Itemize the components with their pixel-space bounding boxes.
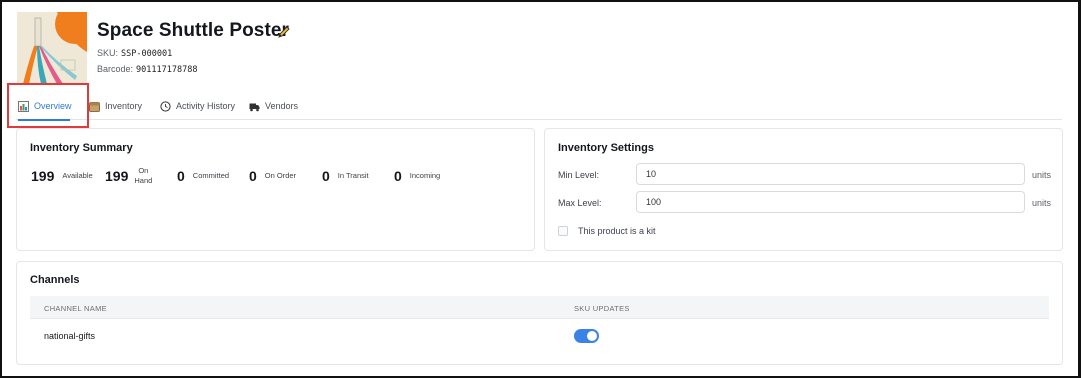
min-level-unit: units [1032, 170, 1052, 180]
barcode-value: 901117178788 [136, 65, 198, 75]
tab-vendors-label: Vendors [265, 101, 299, 111]
kit-checkbox[interactable] [558, 226, 568, 236]
barcode-line: Barcode: 901117178788 [97, 64, 197, 75]
product-thumbnail [17, 12, 87, 84]
tab-highlight-annotation [7, 83, 89, 128]
truck-icon [249, 101, 260, 112]
stat-committed-label: Committed [192, 171, 230, 180]
stat-on-order-label: On Order [264, 171, 297, 180]
sku-label: SKU: [97, 48, 119, 58]
inventory-settings-title: Inventory Settings [558, 142, 654, 154]
stat-on-hand: 199 On Hand [105, 166, 152, 186]
stat-in-transit-value: 0 [322, 168, 330, 184]
tab-bar: Overview Inventory Activity History Vend… [16, 92, 1062, 121]
tab-activity-history[interactable]: Activity History [160, 92, 235, 120]
min-level-input[interactable]: 10 [636, 163, 1025, 185]
stat-available-value: 199 [31, 168, 55, 184]
stat-on-hand-value: 199 [105, 168, 129, 184]
kit-checkbox-label: This product is a kit [578, 226, 656, 236]
stat-on-order: 0 On Order [249, 168, 296, 184]
box-icon [89, 101, 100, 112]
stat-on-order-value: 0 [249, 168, 257, 184]
edit-pencil-icon[interactable] [277, 25, 291, 39]
toggle-knob [587, 331, 597, 341]
min-level-label: Min Level: [558, 170, 600, 180]
stat-on-hand-label: On Hand [134, 166, 153, 185]
column-header-sku-updates: SKU UPDATES [574, 304, 630, 313]
sku-value: SSP-000001 [121, 49, 173, 59]
sku-updates-toggle[interactable] [574, 329, 599, 343]
column-header-channel-name: CHANNEL NAME [44, 304, 107, 313]
max-level-label: Max Level: [558, 198, 602, 208]
stat-available-label: Available [62, 171, 93, 180]
max-level-unit: units [1032, 198, 1052, 208]
inventory-summary-title: Inventory Summary [30, 142, 133, 154]
stat-committed: 0 Committed [177, 168, 229, 184]
clock-icon [160, 100, 171, 112]
barcode-label: Barcode: [97, 64, 134, 74]
tab-activity-history-label: Activity History [176, 101, 236, 111]
tab-inventory-label: Inventory [105, 101, 143, 111]
stat-incoming: 0 Incoming [394, 168, 440, 184]
stat-committed-value: 0 [177, 168, 185, 184]
product-title: Space Shuttle Poster [97, 20, 290, 41]
stat-in-transit: 0 In Transit [322, 168, 369, 184]
sku-line: SKU: SSP-000001 [97, 48, 172, 59]
max-level-input[interactable]: 100 [636, 191, 1025, 213]
channels-title: Channels [30, 274, 80, 286]
channel-name-cell: national-gifts [44, 331, 96, 341]
stat-available: 199 Available [31, 168, 93, 184]
stat-in-transit-label: In Transit [337, 171, 369, 180]
tab-vendors[interactable]: Vendors [249, 92, 298, 120]
tab-inventory[interactable]: Inventory [89, 92, 142, 120]
stat-incoming-value: 0 [394, 168, 402, 184]
channels-table-header: CHANNEL NAME SKU UPDATES [30, 296, 1049, 319]
stat-incoming-label: Incoming [409, 171, 441, 180]
